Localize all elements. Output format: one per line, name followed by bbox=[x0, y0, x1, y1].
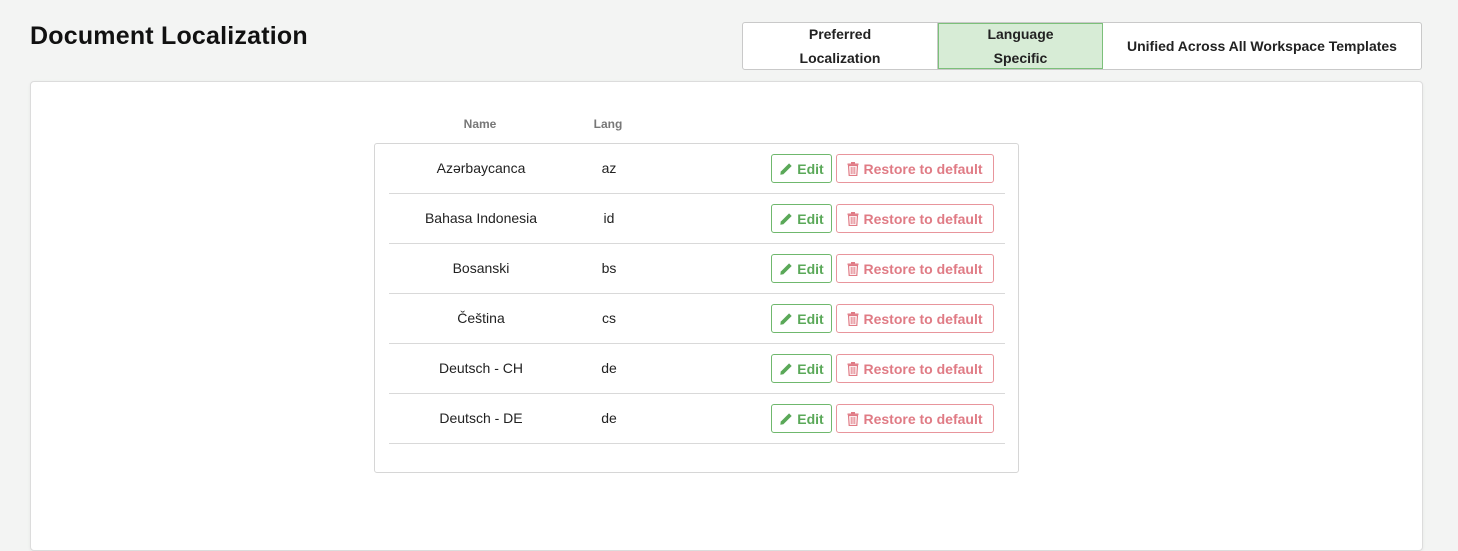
edit-label: Edit bbox=[797, 210, 824, 227]
row-name: Deutsch - DE bbox=[439, 410, 523, 426]
restore-to-default-button[interactable]: Restore to default bbox=[836, 254, 994, 283]
row-lang: id bbox=[603, 210, 615, 226]
restore-to-default-button[interactable]: Restore to default bbox=[836, 154, 994, 183]
restore-label: Restore to default bbox=[863, 310, 983, 327]
trash-icon bbox=[847, 211, 859, 226]
pencil-icon bbox=[780, 312, 792, 325]
restore-label: Restore to default bbox=[863, 260, 983, 277]
table-row: Deutsch - CH de Edit Restore to default bbox=[389, 344, 1005, 394]
row-name: Bahasa Indonesia bbox=[424, 210, 538, 226]
restore-label: Restore to default bbox=[863, 160, 983, 177]
row-lang: de bbox=[601, 360, 617, 376]
column-header-lang: Lang bbox=[593, 117, 623, 131]
page-title: Document Localization bbox=[30, 22, 308, 50]
mode-option-label: Language Specific bbox=[987, 26, 1054, 66]
edit-label: Edit bbox=[797, 410, 824, 427]
table-row: Bosanski bs Edit Restore to default bbox=[389, 244, 1005, 294]
pencil-icon bbox=[780, 212, 792, 225]
restore-label: Restore to default bbox=[863, 410, 983, 427]
edit-label: Edit bbox=[797, 360, 824, 377]
pencil-icon bbox=[780, 362, 792, 375]
restore-to-default-button[interactable]: Restore to default bbox=[836, 204, 994, 233]
pencil-icon bbox=[780, 262, 792, 275]
table-row: Bahasa Indonesia id Edit Restore to defa… bbox=[389, 194, 1005, 244]
localization-table: Azərbaycanca az Edit Restore to default … bbox=[374, 143, 1019, 473]
trash-icon bbox=[847, 361, 859, 376]
row-lang: az bbox=[601, 160, 617, 176]
restore-label: Restore to default bbox=[863, 210, 983, 227]
row-name: Čeština bbox=[457, 310, 505, 326]
edit-button[interactable]: Edit bbox=[771, 204, 832, 233]
row-lang: bs bbox=[601, 260, 617, 276]
restore-to-default-button[interactable]: Restore to default bbox=[836, 304, 994, 333]
edit-button[interactable]: Edit bbox=[771, 404, 832, 433]
restore-label: Restore to default bbox=[863, 360, 983, 377]
column-header-name: Name bbox=[463, 117, 497, 131]
edit-label: Edit bbox=[797, 160, 824, 177]
trash-icon bbox=[847, 161, 859, 176]
edit-button[interactable]: Edit bbox=[771, 154, 832, 183]
localization-mode-toggle: Preferred Localization Language Specific… bbox=[742, 22, 1422, 70]
restore-to-default-button[interactable]: Restore to default bbox=[836, 354, 994, 383]
table-row: Deutsch - DE de Edit Restore to default bbox=[389, 394, 1005, 444]
mode-option-label: Preferred Localization bbox=[799, 26, 881, 66]
restore-to-default-button[interactable]: Restore to default bbox=[836, 404, 994, 433]
edit-label: Edit bbox=[797, 260, 824, 277]
mode-option-label: Unified Across All Workspace Templates bbox=[1127, 38, 1397, 54]
mode-option-unified-across-templates[interactable]: Unified Across All Workspace Templates bbox=[1103, 23, 1421, 69]
pencil-icon bbox=[780, 162, 792, 175]
edit-button[interactable]: Edit bbox=[771, 254, 832, 283]
row-lang: cs bbox=[602, 310, 616, 326]
trash-icon bbox=[847, 411, 859, 426]
edit-button[interactable]: Edit bbox=[771, 354, 832, 383]
row-lang: de bbox=[601, 410, 617, 426]
pencil-icon bbox=[780, 412, 792, 425]
edit-label: Edit bbox=[797, 310, 824, 327]
row-name: Azərbaycanca bbox=[436, 160, 526, 176]
row-name: Bosanski bbox=[452, 260, 510, 276]
edit-button[interactable]: Edit bbox=[771, 304, 832, 333]
row-name: Deutsch - CH bbox=[438, 360, 524, 376]
mode-option-language-specific[interactable]: Language Specific bbox=[938, 23, 1103, 69]
table-row: Azərbaycanca az Edit Restore to default bbox=[389, 144, 1005, 194]
table-row: Čeština cs Edit Restore to default bbox=[389, 294, 1005, 344]
trash-icon bbox=[847, 261, 859, 276]
mode-option-preferred-localization[interactable]: Preferred Localization bbox=[743, 23, 938, 69]
trash-icon bbox=[847, 311, 859, 326]
